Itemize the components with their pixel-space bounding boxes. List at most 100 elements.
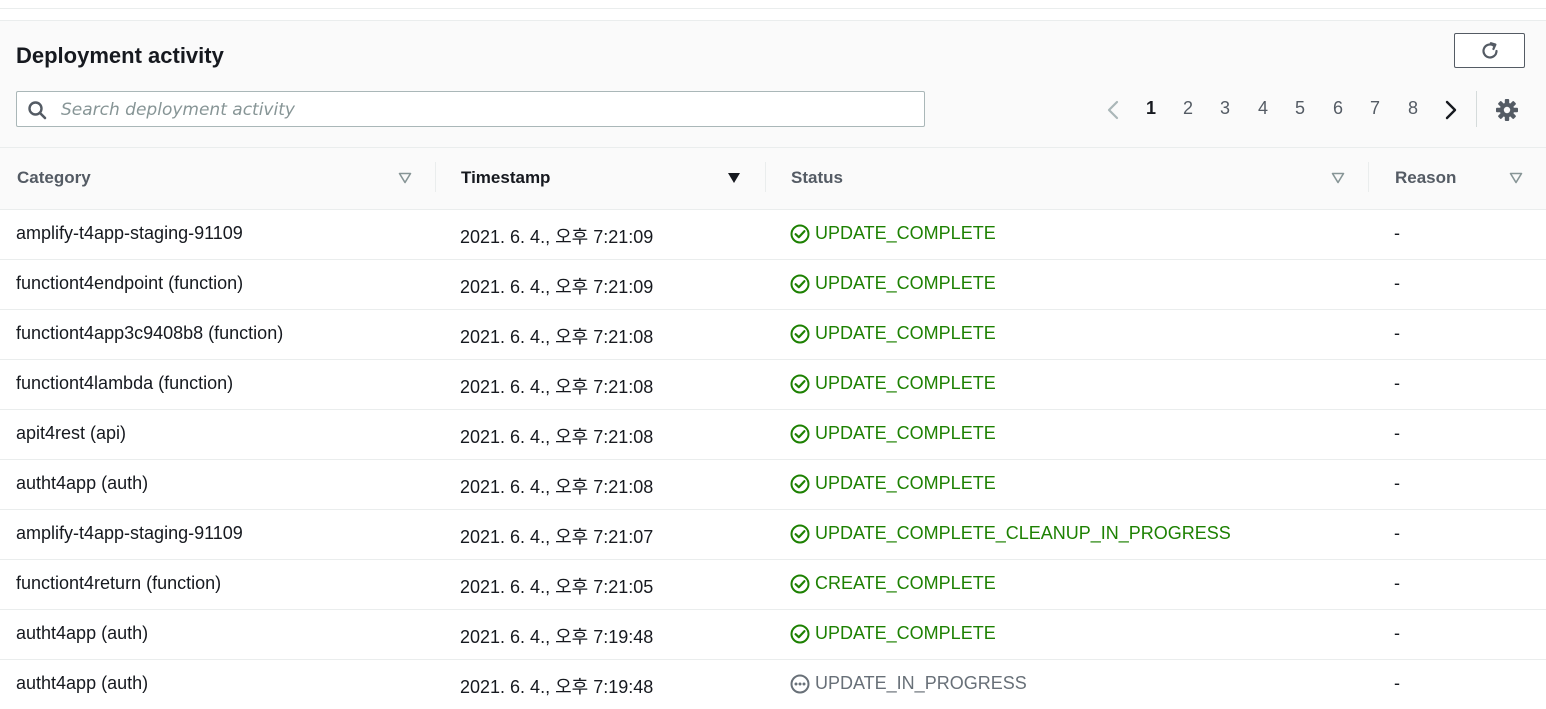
status-text: UPDATE_COMPLETE: [815, 223, 996, 243]
top-strip: [0, 0, 1546, 20]
check-circle-icon: [790, 274, 810, 293]
reason-cell: -: [1394, 473, 1400, 493]
pagination-divider: [1476, 91, 1477, 127]
timestamp-cell: 2021. 6. 4., 오후 7:21:09: [460, 277, 654, 297]
category-cell: functiont4lambda (function): [16, 373, 234, 393]
timestamp-cell: 2021. 6. 4., 오후 7:21:08: [460, 377, 654, 397]
status-cell: UPDATE_COMPLETE: [790, 423, 996, 444]
table-row[interactable]: autht4app (auth) 2021. 6. 4., 오후 7:19:48…: [0, 610, 1546, 660]
column-label: Status: [791, 168, 843, 187]
column-timestamp[interactable]: Timestamp: [436, 148, 765, 209]
check-circle-icon: [790, 474, 810, 493]
sort-triangle-icon[interactable]: [398, 171, 412, 185]
timestamp-cell: 2021. 6. 4., 오후 7:19:48: [460, 627, 654, 647]
status-text: UPDATE_COMPLETE: [815, 373, 996, 393]
table-row[interactable]: functiont4lambda (function) 2021. 6. 4.,…: [0, 360, 1546, 410]
page-6[interactable]: 6: [1333, 98, 1343, 119]
reason-cell: -: [1394, 223, 1400, 243]
status-cell: UPDATE_IN_PROGRESS: [790, 673, 1027, 694]
timestamp-cell: 2021. 6. 4., 오후 7:21:05: [460, 577, 654, 597]
in-progress-icon: [790, 674, 810, 693]
category-cell: autht4app (auth): [16, 473, 149, 493]
status-text: UPDATE_COMPLETE: [815, 323, 996, 343]
page-2[interactable]: 2: [1183, 98, 1193, 119]
page-8[interactable]: 8: [1408, 98, 1418, 119]
timestamp-cell: 2021. 6. 4., 오후 7:21:08: [460, 477, 654, 497]
table-row[interactable]: apit4rest (api) 2021. 6. 4., 오후 7:21:08 …: [0, 410, 1546, 460]
timestamp-cell: 2021. 6. 4., 오후 7:21:09: [460, 227, 654, 247]
timestamp-cell: 2021. 6. 4., 오후 7:21:08: [460, 327, 654, 347]
column-status[interactable]: Status: [766, 148, 1368, 209]
page-5[interactable]: 5: [1295, 98, 1305, 119]
check-circle-icon: [790, 374, 810, 393]
category-cell: amplify-t4app-staging-91109: [16, 223, 243, 243]
status-text: UPDATE_COMPLETE: [815, 623, 996, 643]
check-circle-icon: [790, 424, 810, 443]
status-cell: UPDATE_COMPLETE: [790, 473, 996, 494]
top-divider: [0, 8, 1546, 9]
sort-descending-icon[interactable]: [727, 171, 741, 185]
table-row[interactable]: amplify-t4app-staging-91109 2021. 6. 4.,…: [0, 510, 1546, 560]
status-cell: UPDATE_COMPLETE_CLEANUP_IN_PROGRESS: [790, 523, 1231, 544]
reason-cell: -: [1394, 523, 1400, 543]
category-cell: functiont4app3c9408b8 (function): [16, 323, 284, 343]
page-4[interactable]: 4: [1258, 98, 1268, 119]
page-1[interactable]: 1: [1146, 98, 1156, 119]
column-category[interactable]: Category: [0, 148, 435, 209]
table-row[interactable]: functiont4app3c9408b8 (function) 2021. 6…: [0, 310, 1546, 360]
reason-cell: -: [1394, 323, 1400, 343]
page-3[interactable]: 3: [1220, 98, 1230, 119]
status-cell: CREATE_COMPLETE: [790, 573, 996, 594]
search-input[interactable]: [59, 92, 913, 128]
table-column-header: Category Timestamp Status Reason: [0, 148, 1546, 210]
check-circle-icon: [790, 624, 810, 643]
category-cell: amplify-t4app-staging-91109: [16, 523, 243, 543]
check-circle-icon: [790, 224, 810, 243]
table-row[interactable]: amplify-t4app-staging-91109 2021. 6. 4.,…: [0, 210, 1546, 260]
status-text: UPDATE_IN_PROGRESS: [815, 673, 1027, 693]
gear-icon[interactable]: [1495, 98, 1519, 122]
page-7[interactable]: 7: [1370, 98, 1380, 119]
category-cell: autht4app (auth): [16, 673, 149, 693]
status-cell: UPDATE_COMPLETE: [790, 223, 996, 244]
status-cell: UPDATE_COMPLETE: [790, 273, 996, 294]
timestamp-cell: 2021. 6. 4., 오후 7:19:48: [460, 677, 654, 697]
reason-cell: -: [1394, 623, 1400, 643]
category-cell: apit4rest (api): [16, 423, 127, 443]
reason-cell: -: [1394, 273, 1400, 293]
column-label: Timestamp: [461, 168, 551, 187]
column-label: Category: [17, 168, 91, 187]
chevron-right-icon[interactable]: [1441, 99, 1461, 121]
status-cell: UPDATE_COMPLETE: [790, 373, 996, 394]
search-icon: [28, 101, 47, 120]
page-title: Deployment activity: [16, 43, 224, 68]
refresh-button[interactable]: [1454, 33, 1525, 68]
status-cell: UPDATE_COMPLETE: [790, 623, 996, 644]
search-box: [16, 91, 925, 128]
refresh-icon: [1481, 41, 1498, 59]
check-circle-icon: [790, 574, 810, 593]
column-reason[interactable]: Reason: [1369, 148, 1546, 209]
table-row[interactable]: autht4app (auth) 2021. 6. 4., 오후 7:21:08…: [0, 460, 1546, 510]
status-text: UPDATE_COMPLETE: [815, 273, 996, 293]
reason-cell: -: [1394, 423, 1400, 443]
status-text: CREATE_COMPLETE: [815, 573, 996, 593]
table-row[interactable]: functiont4endpoint (function) 2021. 6. 4…: [0, 260, 1546, 310]
table-row[interactable]: autht4app (auth) 2021. 6. 4., 오후 7:19:48…: [0, 660, 1546, 709]
category-cell: autht4app (auth): [16, 623, 149, 643]
table-header-panel: Deployment activity 1 2 3 4 5 6 7 8: [0, 21, 1546, 148]
check-circle-icon: [790, 324, 810, 343]
reason-cell: -: [1394, 373, 1400, 393]
reason-cell: -: [1394, 673, 1400, 693]
status-text: UPDATE_COMPLETE: [815, 423, 996, 443]
column-label: Reason: [1395, 168, 1457, 187]
status-text: UPDATE_COMPLETE: [815, 473, 996, 493]
timestamp-cell: 2021. 6. 4., 오후 7:21:07: [460, 527, 654, 547]
table-row[interactable]: functiont4return (function) 2021. 6. 4.,…: [0, 560, 1546, 610]
category-cell: functiont4endpoint (function): [16, 273, 244, 293]
sort-triangle-icon[interactable]: [1509, 171, 1523, 185]
chevron-left-icon[interactable]: [1103, 99, 1123, 121]
sort-triangle-icon[interactable]: [1331, 171, 1345, 185]
category-cell: functiont4return (function): [16, 573, 222, 593]
status-text: UPDATE_COMPLETE_CLEANUP_IN_PROGRESS: [815, 523, 1231, 543]
